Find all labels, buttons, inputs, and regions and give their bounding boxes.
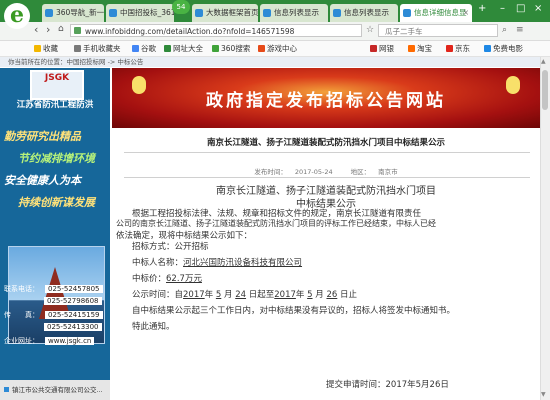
tab-favicon-icon (109, 9, 117, 17)
sidebar-advertisement[interactable]: JSGK 江苏省防汛工程防洪 勤劳研究出精品 节约减排增环境 安全健康人为本 持… (0, 68, 110, 400)
bookmark-360-search[interactable]: 360搜索 (212, 43, 250, 54)
scroll-down-icon[interactable]: ▼ (541, 391, 546, 398)
tab-favicon-icon (45, 9, 53, 17)
closing-note: 特此通知。 (132, 322, 175, 332)
bookmark-google[interactable]: 谷歌 (132, 43, 156, 54)
bookmark-site-directory[interactable]: 网址大全 (164, 43, 203, 54)
slogan-3: 安全健康人为本 (4, 174, 81, 187)
objection-note: 自中标结果公示起三个工作日内，对中标结果没有异议的，招标人将签发中标通知书。 (132, 306, 456, 316)
winner-line: 中标人名称：河北兴国防汛设备科技有限公司 (132, 258, 303, 268)
banner-title: 政府指定发布招标公告网站 (206, 91, 446, 111)
browser-logo-icon[interactable]: e (4, 3, 30, 29)
search-icon[interactable]: ⌕ (502, 25, 507, 35)
bank-icon (370, 45, 377, 52)
home-icon[interactable]: ⌂ (58, 24, 64, 34)
directory-icon (164, 45, 171, 52)
company-logo: JSGK (30, 70, 84, 100)
tab-count-badge: 54 (172, 0, 190, 14)
region: 南京市 (378, 168, 398, 176)
back-icon[interactable]: ‹ (34, 23, 38, 36)
taobao-icon (408, 45, 415, 52)
divider (124, 177, 530, 178)
tab-favicon-icon (263, 9, 271, 17)
tab-info-list-2[interactable]: 信息列表显示 (330, 4, 398, 22)
tab-360-nav[interactable]: 360导航_新一代 (42, 4, 104, 22)
notice-header: 南京长江隧道、扬子江隧道装配式防汛挡水门项目中标结果公示 (206, 138, 445, 148)
tab-favicon-icon (333, 9, 341, 17)
company-name: 江苏省防汛工程防洪 (16, 100, 94, 110)
body-intro-2: 公司的南京长江隧道、扬子江隧道装配式防汛挡水门项目的评标工作已经结束，中标人已经 (116, 219, 436, 228)
new-tab-icon[interactable]: + (478, 3, 486, 14)
bookmarks-bar: 收藏 手机收藏夹 谷歌 网址大全 360搜索 游戏中心 网银 淘宝 京东 免费电… (0, 41, 550, 57)
address-bar: ‹ › ⌂ www.infobiddng.com/detailAction.do… (0, 22, 550, 41)
contact-phone-1: 联系电话： 025-52457805 (4, 284, 103, 294)
bookmark-taobao[interactable]: 淘宝 (408, 43, 432, 54)
tab-info-detail[interactable]: 信息详细信息显 × (400, 4, 472, 22)
contact-phone-2: 025-52798608 (38, 297, 102, 305)
bookmark-mobile[interactable]: 手机收藏夹 (74, 43, 121, 54)
movie-icon (484, 45, 491, 52)
forward-icon[interactable]: › (46, 23, 50, 36)
menu-icon[interactable]: ≡ (516, 25, 524, 35)
star-icon (34, 45, 41, 52)
scrollbar-thumb[interactable] (542, 70, 548, 110)
bid-method: 招标方式：公开招标 (132, 242, 209, 252)
bookmark-bank[interactable]: 网银 (370, 43, 394, 54)
price-line: 中标价：62.7万元 (132, 274, 202, 284)
contact-website: 企业网址： www.jsgk.cn (4, 336, 95, 346)
tab-china-bidding[interactable]: 中国招投标_361 (106, 4, 174, 22)
phone-icon (74, 45, 81, 52)
divider (124, 152, 530, 153)
contact-fax-2: 025-52413300 (38, 323, 102, 331)
site-security-icon (74, 27, 81, 34)
site-banner: 政府指定发布招标公告网站 (112, 68, 540, 128)
publish-date: 2017-05-24 (294, 168, 333, 176)
bookmark-jd[interactable]: 京东 (446, 43, 470, 54)
url-input[interactable]: www.infobiddng.com/detailAction.do?nfoId… (70, 24, 362, 37)
bookmark-game-center[interactable]: 游戏中心 (258, 43, 297, 54)
publicity-period: 公示时间：自2017年 5 月 24 日起至2017年 5 月 26 日止 (132, 290, 358, 300)
scroll-up-icon[interactable]: ▲ (541, 58, 546, 65)
winner-name: 河北兴国防汛设备科技有限公司 (183, 258, 303, 268)
tab-bigdata-home[interactable]: 大数据框架首页 (192, 4, 258, 22)
browser-tab-bar: e 54 360导航_新一代 中国招投标_361 大数据框架首页 信息列表显示 … (0, 0, 550, 29)
winning-price: 62.7万元 (166, 274, 202, 284)
star-icon[interactable]: ☆ (366, 25, 374, 35)
tab-favicon-icon (195, 9, 203, 17)
bullet-icon (4, 387, 9, 392)
breadcrumb: 你当前所在的位置：中国招投标网 -> 中标公告 (0, 57, 548, 67)
search-input[interactable]: 瓜子二手车 (378, 24, 498, 37)
close-window-icon[interactable]: × (534, 3, 542, 14)
slogan-1: 勤劳研究出精品 (4, 130, 81, 143)
slogan-2: 节约减排增环境 (18, 152, 95, 165)
tab-favicon-icon (403, 9, 411, 17)
jd-icon (446, 45, 453, 52)
google-icon (132, 45, 139, 52)
slogan-4: 持续创新谋发展 (18, 196, 95, 209)
minimize-icon[interactable]: – (500, 3, 505, 14)
tab-close-icon[interactable]: × (463, 4, 469, 22)
gamepad-icon (258, 45, 265, 52)
bookmark-free-movies[interactable]: 免费电影 (484, 43, 523, 54)
notice-meta: 发布时间： 2017-05-24 地区： 南京市 (254, 168, 398, 176)
bookmark-favorites[interactable]: 收藏 (34, 43, 58, 54)
tab-info-list-1[interactable]: 信息列表显示 (260, 4, 328, 22)
submit-date: 提交申请时间：2017年5月26日 (326, 380, 449, 390)
sidebar-footer-link[interactable]: 镇江市公共交通有限公司公交... (0, 380, 110, 400)
search-engine-icon (212, 45, 219, 52)
maximize-icon[interactable]: □ (516, 3, 525, 14)
contact-fax-1: 传 真： 025-52415159 (4, 310, 103, 320)
